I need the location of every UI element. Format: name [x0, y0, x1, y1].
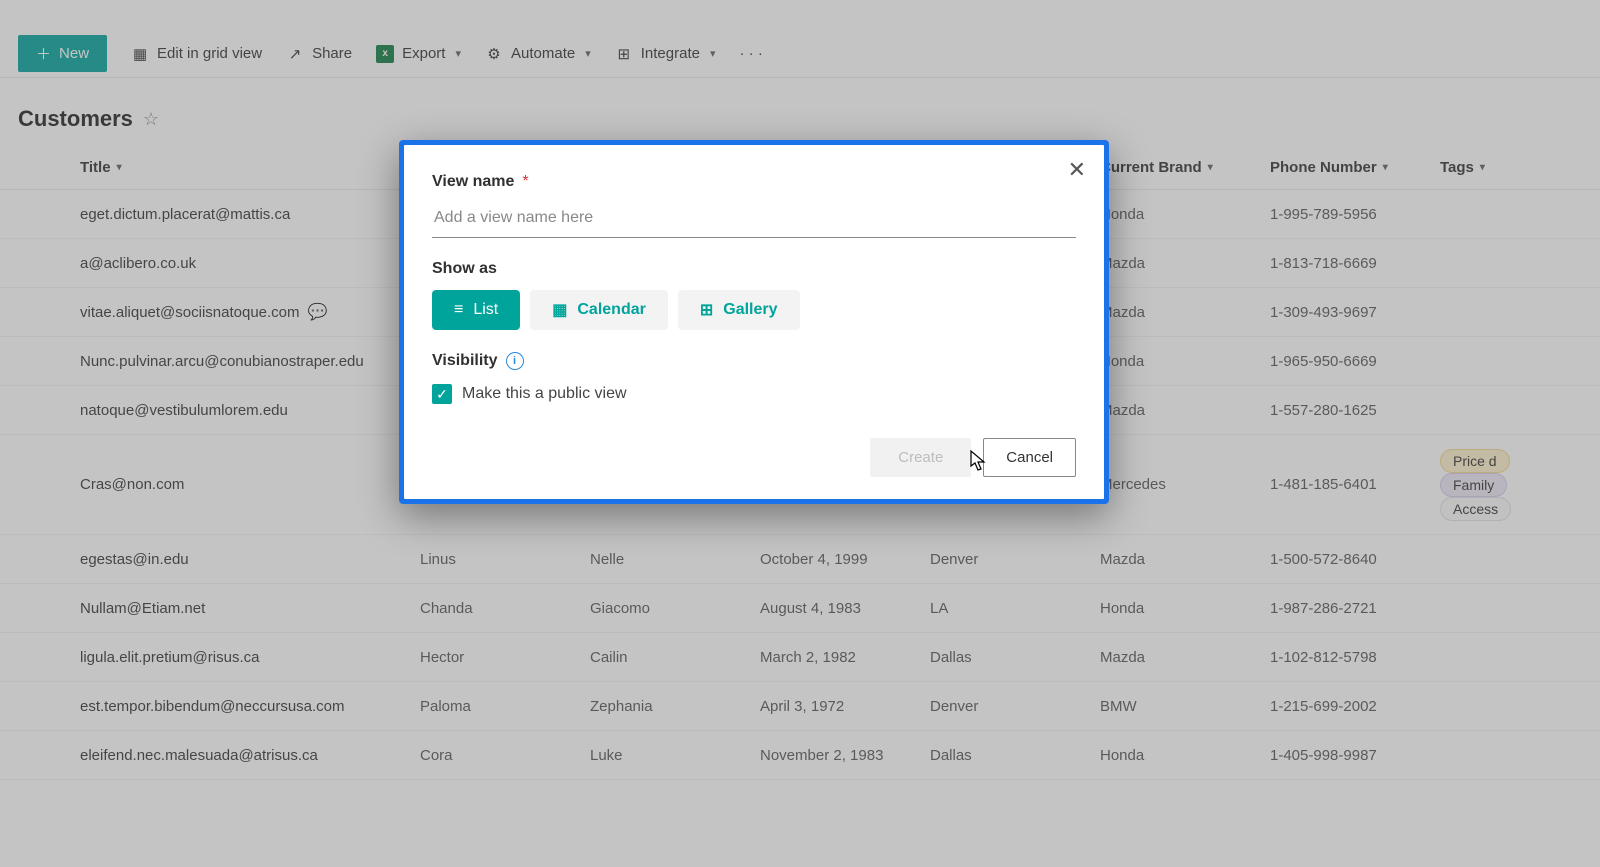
- show-as-list-label: List: [473, 301, 498, 319]
- list-icon: ≡: [454, 301, 463, 319]
- cancel-button[interactable]: Cancel: [983, 438, 1076, 477]
- close-button[interactable]: ✕: [1068, 159, 1086, 181]
- show-as-gallery[interactable]: ⊞ Gallery: [678, 290, 800, 330]
- required-asterisk: *: [522, 173, 528, 191]
- show-as-label: Show as: [432, 260, 1076, 278]
- view-name-input[interactable]: [432, 201, 1076, 238]
- public-view-row[interactable]: ✓ Make this a public view: [432, 384, 1076, 404]
- create-view-dialog: ✕ View name * Show as ≡ List ▦ Calendar …: [399, 140, 1109, 504]
- info-icon[interactable]: i: [506, 352, 524, 370]
- visibility-label-row: Visibility i: [432, 352, 1076, 370]
- visibility-label: Visibility: [432, 352, 498, 370]
- dialog-actions: Create Cancel: [432, 438, 1076, 477]
- calendar-icon: ▦: [552, 300, 567, 320]
- show-as-list[interactable]: ≡ List: [432, 290, 520, 330]
- view-name-label-row: View name *: [432, 173, 1076, 191]
- public-view-checkbox[interactable]: ✓: [432, 384, 452, 404]
- show-as-options: ≡ List ▦ Calendar ⊞ Gallery: [432, 290, 1076, 330]
- show-as-calendar[interactable]: ▦ Calendar: [530, 290, 668, 330]
- show-as-gallery-label: Gallery: [723, 301, 777, 319]
- close-icon: ✕: [1068, 157, 1086, 182]
- show-as-calendar-label: Calendar: [577, 301, 645, 319]
- create-button: Create: [870, 438, 971, 477]
- public-view-label: Make this a public view: [462, 385, 627, 403]
- gallery-icon: ⊞: [700, 300, 713, 320]
- view-name-label: View name: [432, 173, 514, 191]
